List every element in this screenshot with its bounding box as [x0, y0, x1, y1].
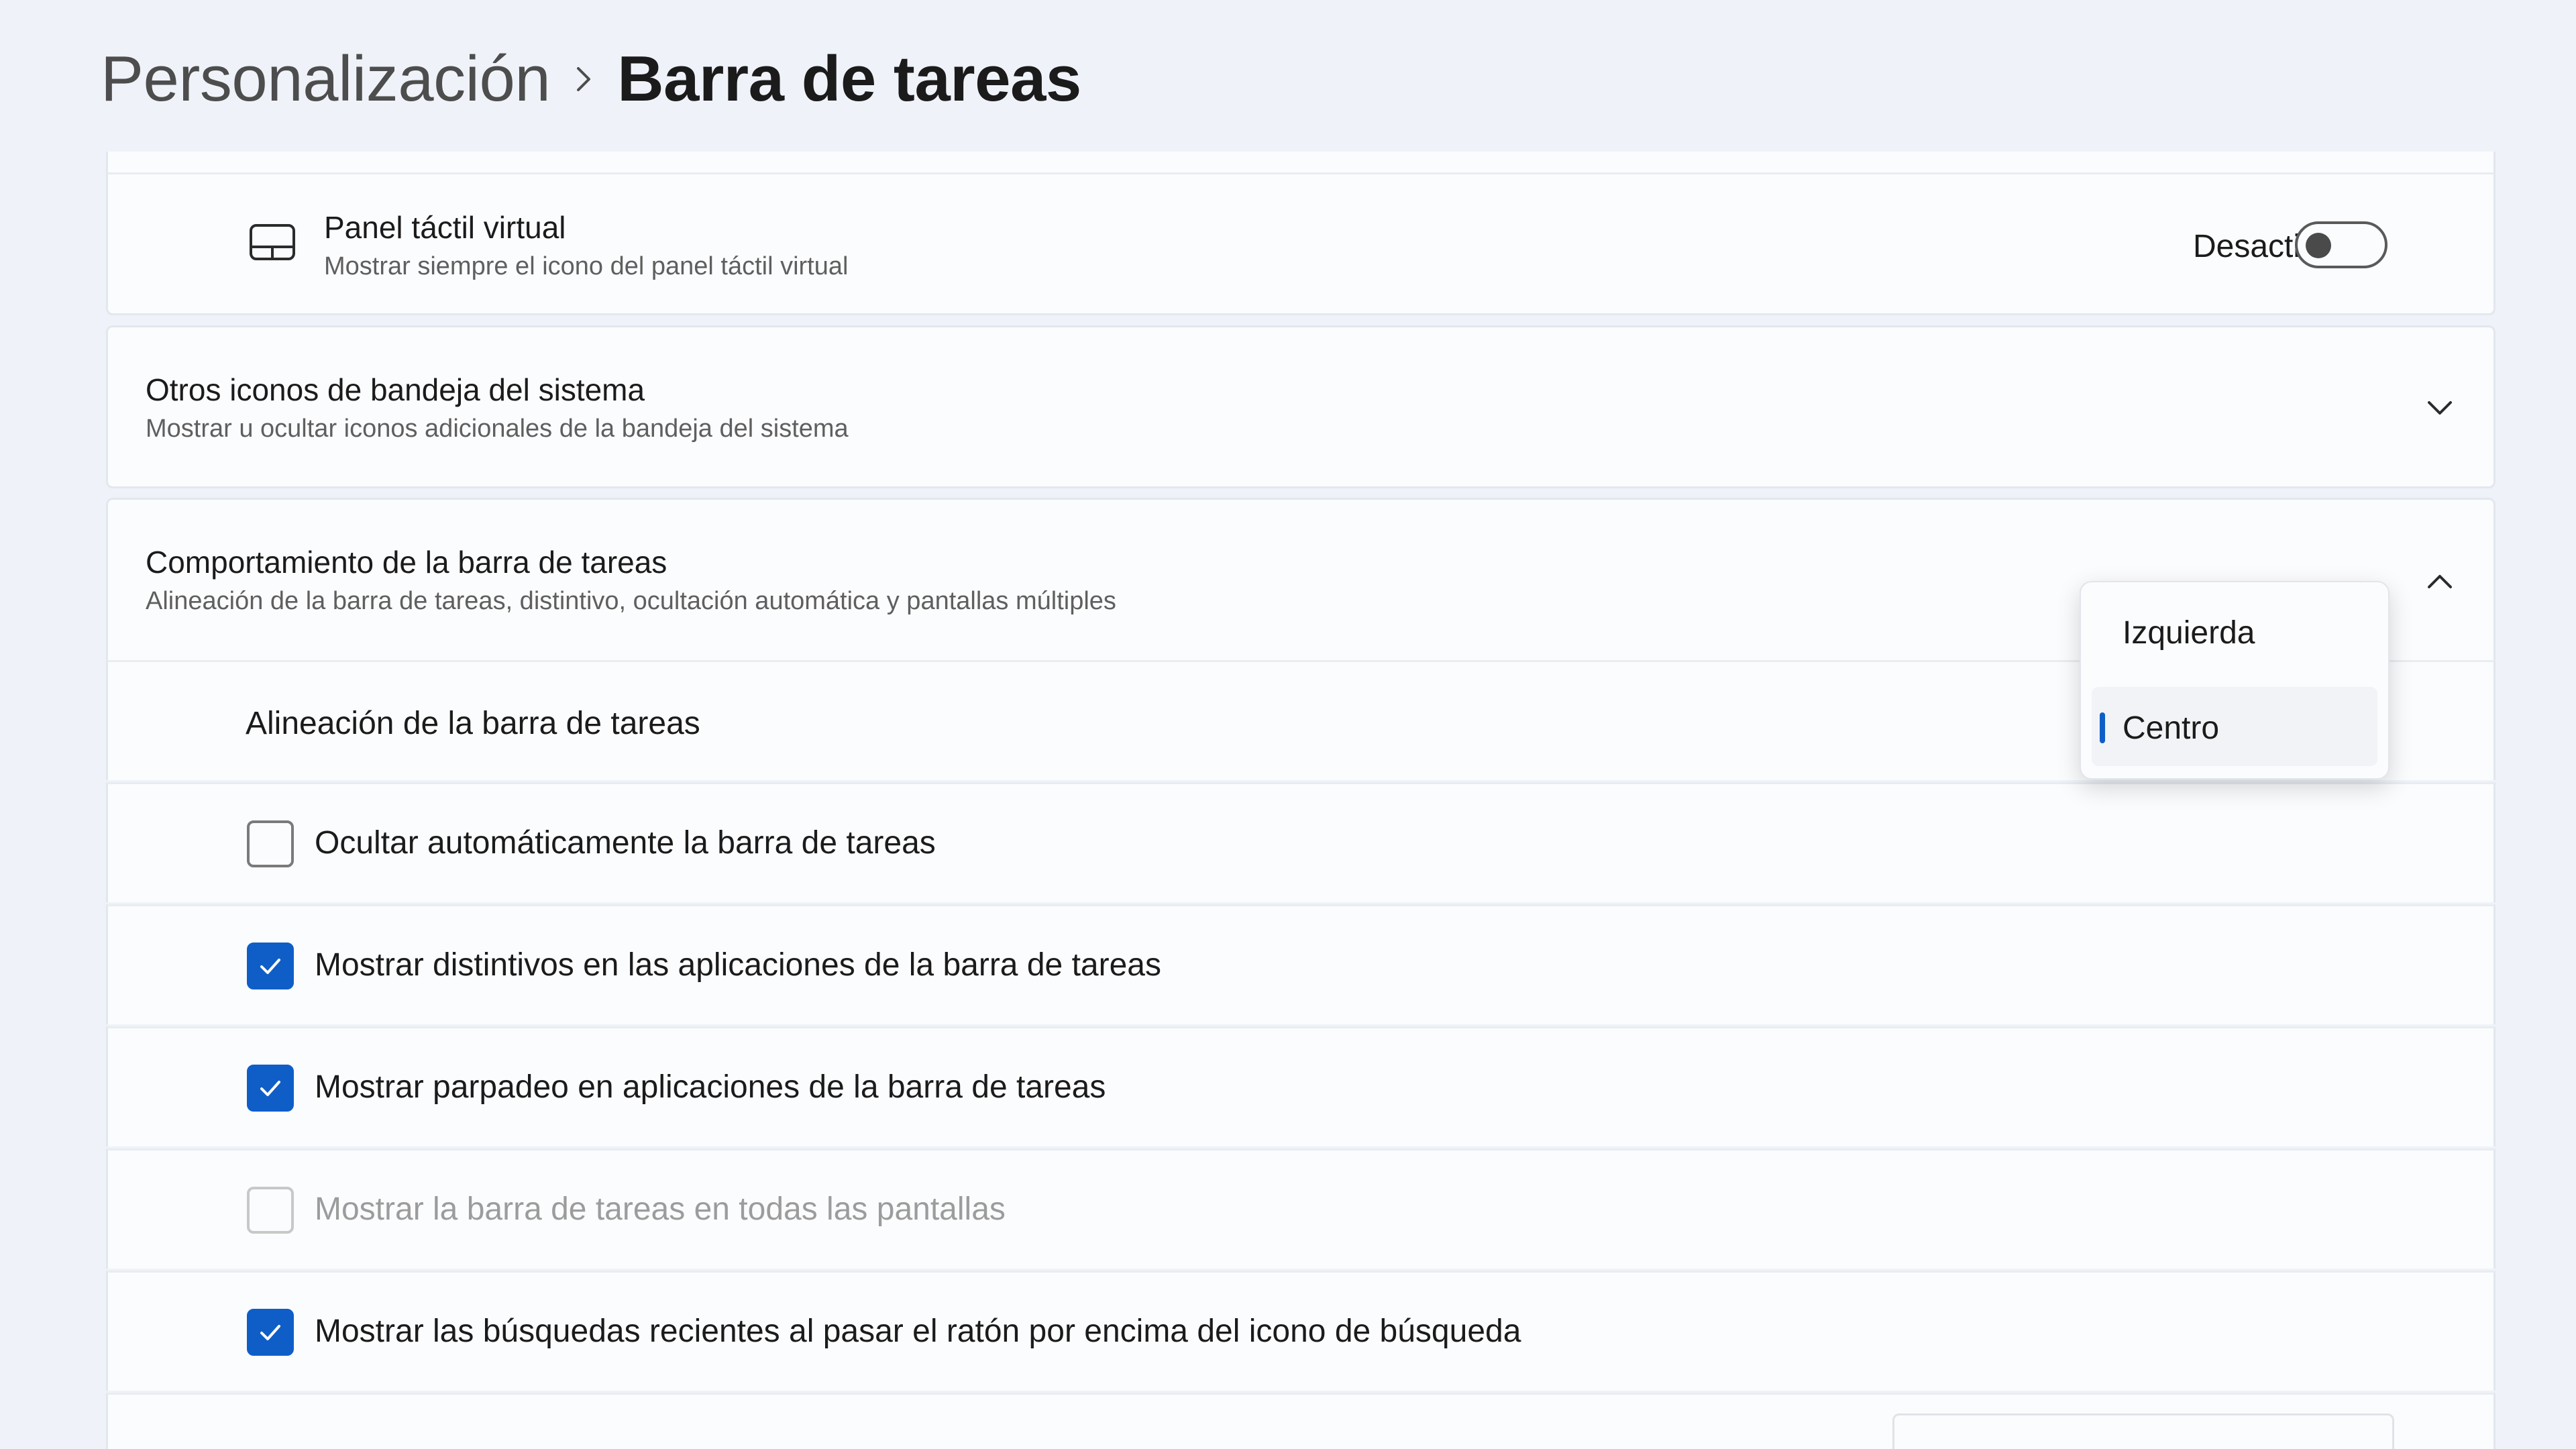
checkmark-icon [260, 1081, 280, 1096]
option-label: Mostrar parpadeo en aplicaciones de la b… [315, 1069, 1106, 1105]
comportamiento-title: Comportamiento de la barra de tareas [146, 545, 667, 580]
option-label: Mostrar distintivos en las aplicaciones … [315, 947, 1161, 983]
previous-row-edge [106, 152, 2496, 174]
alineacion-label: Alineación de la barra de tareas [246, 706, 700, 741]
busquedas-recientes-checkbox[interactable] [247, 1309, 294, 1356]
otros-iconos-expander[interactable]: Otros iconos de bandeja del sistema Most… [106, 325, 2496, 488]
menu-item-centro[interactable]: Centro [2092, 687, 2377, 766]
menu-item-label: Izquierda [2123, 615, 2255, 651]
panel-tactil-toggle[interactable] [2295, 221, 2387, 268]
chevron-down-icon[interactable] [2420, 388, 2460, 428]
option-row[interactable]: Mostrar parpadeo en aplicaciones de la b… [106, 1026, 2496, 1146]
option-row: Mostrar la barra de tareas en todas las … [106, 1148, 2496, 1269]
touchpad-icon [249, 223, 296, 263]
otros-iconos-title: Otros iconos de bandeja del sistema [146, 372, 645, 407]
breadcrumb: Personalización Barra de tareas [101, 39, 1081, 119]
chevron-up-icon[interactable] [2420, 561, 2460, 602]
partial-dropdown[interactable] [1892, 1413, 2394, 1449]
panel-tactil-subtitle: Mostrar siempre el icono del panel tácti… [324, 252, 849, 280]
checkmark-icon [260, 959, 280, 974]
option-label: Ocultar automáticamente la barra de tare… [315, 825, 936, 861]
settings-page: Personalización Barra de tareas Panel tá… [0, 0, 2576, 1449]
comportamiento-subtitle: Alineación de la barra de tareas, distin… [146, 587, 1116, 615]
menu-item-izquierda[interactable]: Izquierda [2092, 592, 2377, 671]
option-row[interactable]: Ocultar automáticamente la barra de tare… [106, 782, 2496, 902]
option-row[interactable]: Mostrar distintivos en las aplicaciones … [106, 904, 2496, 1024]
partial-row [106, 1393, 2496, 1449]
alignment-dropdown-menu: Izquierda Centro [2080, 581, 2390, 780]
checkmark-icon [260, 1325, 280, 1340]
parpadeo-checkbox[interactable] [247, 1065, 294, 1112]
page-title: Barra de tareas [617, 43, 1081, 115]
panel-tactil-row: Panel táctil virtual Mostrar siempre el … [106, 174, 2496, 315]
todas-pantallas-checkbox [247, 1187, 294, 1234]
toggle-knob [2306, 233, 2331, 258]
ocultar-checkbox[interactable] [247, 820, 294, 867]
breadcrumb-chevron-icon [550, 39, 617, 119]
menu-item-label: Centro [2123, 710, 2220, 746]
option-label: Mostrar las búsquedas recientes al pasar… [315, 1313, 1521, 1349]
breadcrumb-parent[interactable]: Personalización [101, 42, 551, 116]
otros-iconos-subtitle: Mostrar u ocultar iconos adicionales de … [146, 415, 849, 443]
panel-tactil-title: Panel táctil virtual [324, 210, 566, 245]
distintivos-checkbox[interactable] [247, 943, 294, 989]
selection-indicator [2100, 712, 2105, 743]
option-row[interactable]: Mostrar las búsquedas recientes al pasar… [106, 1271, 2496, 1391]
option-label: Mostrar la barra de tareas en todas las … [315, 1191, 1006, 1227]
